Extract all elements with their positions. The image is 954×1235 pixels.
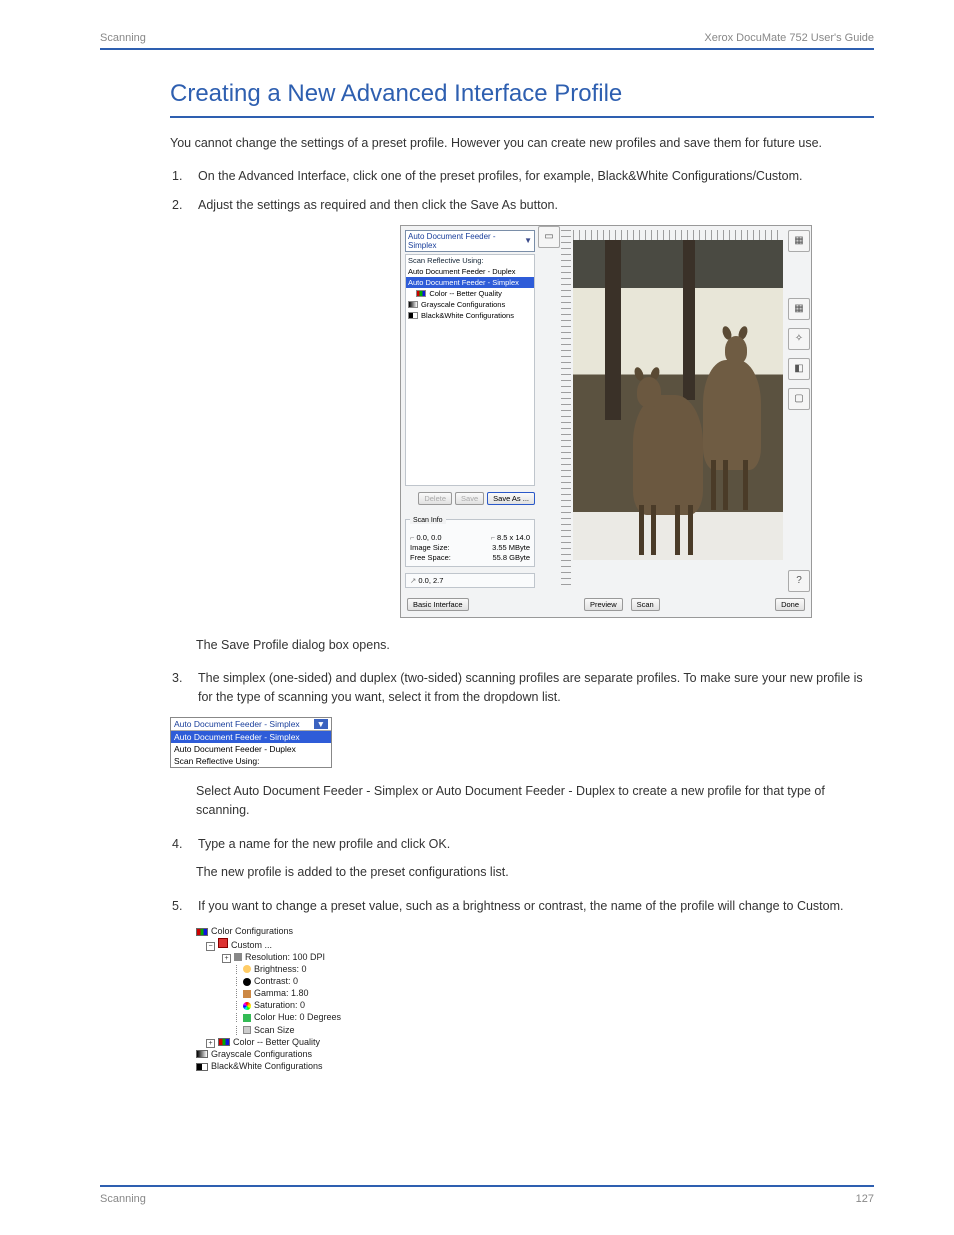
tree-color-config[interactable]: Color Configurations bbox=[196, 925, 356, 937]
dropdown-arrow-icon: ▼ bbox=[314, 719, 328, 729]
gamma-icon bbox=[243, 990, 251, 998]
bw-icon bbox=[196, 1063, 208, 1071]
tree-saturation[interactable]: Saturation: 0 bbox=[196, 999, 356, 1011]
tool-settings-icon[interactable]: ▦ bbox=[788, 230, 810, 252]
tree-brightness[interactable]: Brightness: 0 bbox=[196, 963, 356, 975]
step-3b-text: Select Auto Document Feeder - Simplex or… bbox=[196, 782, 874, 821]
tool-squares-icon[interactable]: ▦ bbox=[788, 298, 810, 320]
profile-combo-value: Auto Document Feeder - Simplex bbox=[408, 232, 524, 250]
dims-value: ⌐ 8.5 x 14.0 bbox=[491, 533, 530, 542]
list-item-simplex-selected[interactable]: Auto Document Feeder - Simplex bbox=[406, 277, 534, 288]
list-item-grayscale[interactable]: Grayscale Configurations bbox=[406, 299, 534, 310]
saturation-icon bbox=[243, 1002, 251, 1010]
intro-text: You cannot change the settings of a pres… bbox=[170, 134, 874, 153]
list-item-color-better[interactable]: Color -- Better Quality bbox=[406, 288, 534, 299]
basic-interface-button[interactable]: Basic Interface bbox=[407, 598, 469, 611]
contrast-icon bbox=[243, 978, 251, 986]
delete-button[interactable]: Delete bbox=[418, 492, 452, 505]
mini-row-duplex[interactable]: Auto Document Feeder - Duplex bbox=[171, 743, 331, 755]
horizontal-ruler bbox=[573, 230, 783, 240]
dropdown-screenshot: Auto Document Feeder - Simplex ▼ Auto Do… bbox=[170, 717, 332, 768]
hue-icon bbox=[243, 1014, 251, 1022]
footer-left: Scanning bbox=[100, 1193, 146, 1205]
free-space-value: 55.8 GByte bbox=[492, 553, 530, 562]
tree-bw[interactable]: Black&White Configurations bbox=[196, 1060, 356, 1072]
save-button[interactable]: Save bbox=[455, 492, 484, 505]
step-2: Adjust the settings as required and then… bbox=[172, 196, 874, 215]
step-1: On the Advanced Interface, click one of … bbox=[172, 167, 874, 186]
profile-listbox[interactable]: Scan Reflective Using: Auto Document Fee… bbox=[405, 254, 535, 486]
scan-info-panel: Scan Info ⌐ 0.0, 0.0 ⌐ 8.5 x 14.0 Image … bbox=[405, 519, 535, 567]
dropdown-arrow-icon: ▼ bbox=[524, 236, 532, 245]
tree-resolution[interactable]: +Resolution: 100 DPI bbox=[196, 951, 356, 963]
save-as-button[interactable]: Save As ... bbox=[487, 492, 535, 505]
list-item-duplex[interactable]: Auto Document Feeder - Duplex bbox=[406, 266, 534, 277]
after-shot-text: The Save Profile dialog box opens. bbox=[196, 636, 874, 655]
resolution-icon bbox=[234, 953, 242, 961]
expand-icon[interactable]: + bbox=[206, 1039, 215, 1048]
mini-row-simplex-selected[interactable]: Auto Document Feeder - Simplex bbox=[171, 731, 331, 743]
header-right: Xerox DocuMate 752 User's Guide bbox=[704, 32, 874, 44]
tool-adjust-icon[interactable]: ◧ bbox=[788, 358, 810, 380]
bw-icon bbox=[408, 312, 418, 319]
rgb-icon bbox=[218, 1038, 230, 1046]
tool-icon-a[interactable]: ▭ bbox=[538, 226, 560, 248]
list-header: Scan Reflective Using: bbox=[406, 255, 534, 266]
section-heading: Creating a New Advanced Interface Profil… bbox=[170, 80, 874, 118]
header-left: Scanning bbox=[100, 32, 146, 44]
scan-size-icon bbox=[243, 1026, 251, 1034]
gray-icon bbox=[408, 301, 418, 308]
collapse-icon[interactable]: − bbox=[206, 942, 215, 951]
tree-custom[interactable]: −Custom ... bbox=[196, 938, 356, 951]
expand-icon[interactable]: + bbox=[222, 954, 231, 963]
mini-row-reflective[interactable]: Scan Reflective Using: bbox=[171, 755, 331, 767]
page-header: Scanning Xerox DocuMate 752 User's Guide bbox=[100, 24, 874, 50]
page-footer: Scanning 127 bbox=[100, 1185, 874, 1205]
tool-crop-icon[interactable]: ▢ bbox=[788, 388, 810, 410]
rgb-icon bbox=[416, 290, 426, 297]
vertical-ruler bbox=[561, 230, 571, 588]
done-button[interactable]: Done bbox=[775, 598, 805, 611]
tree-color-better[interactable]: +Color -- Better Quality bbox=[196, 1036, 356, 1048]
scan-button[interactable]: Scan bbox=[631, 598, 660, 611]
scan-info-title: Scan Info bbox=[410, 517, 446, 524]
tree-gamma[interactable]: Gamma: 1.80 bbox=[196, 987, 356, 999]
step-4-after: The new profile is added to the preset c… bbox=[196, 863, 874, 882]
rgb-icon bbox=[196, 928, 208, 936]
preview-image bbox=[573, 240, 783, 560]
profile-combo[interactable]: Auto Document Feeder - Simplex ▼ bbox=[405, 230, 535, 252]
footer-page-number: 127 bbox=[856, 1193, 874, 1205]
step-4: Type a name for the new profile and clic… bbox=[172, 835, 874, 854]
free-space-label: Free Space: bbox=[410, 553, 451, 562]
gray-icon bbox=[196, 1050, 208, 1058]
preview-button[interactable]: Preview bbox=[584, 598, 623, 611]
advanced-interface-screenshot: Auto Document Feeder - Simplex ▼ Scan Re… bbox=[400, 225, 874, 618]
folder-icon bbox=[218, 938, 228, 948]
list-item-bw[interactable]: Black&White Configurations bbox=[406, 310, 534, 321]
step-5: If you want to change a preset value, su… bbox=[172, 897, 874, 916]
image-size-label: Image Size: bbox=[410, 543, 450, 552]
step-3: The simplex (one-sided) and duplex (two-… bbox=[172, 669, 874, 707]
image-size-value: 3.55 MByte bbox=[492, 543, 530, 552]
tree-hue[interactable]: Color Hue: 0 Degrees bbox=[196, 1011, 356, 1023]
tree-grayscale[interactable]: Grayscale Configurations bbox=[196, 1048, 356, 1060]
cursor-value: 0.0, 2.7 bbox=[418, 576, 443, 585]
origin-value: ⌐ 0.0, 0.0 bbox=[410, 533, 442, 542]
config-tree-screenshot: Color Configurations −Custom ... +Resolu… bbox=[196, 925, 356, 1072]
tree-contrast[interactable]: Contrast: 0 bbox=[196, 975, 356, 987]
mini-combo[interactable]: Auto Document Feeder - Simplex ▼ bbox=[171, 718, 331, 731]
help-icon[interactable]: ? bbox=[788, 570, 810, 592]
tool-wand-icon[interactable]: ✧ bbox=[788, 328, 810, 350]
tree-scan-size[interactable]: Scan Size bbox=[196, 1024, 356, 1036]
brightness-icon bbox=[243, 965, 251, 973]
cursor-panel: ↗ 0.0, 2.7 bbox=[405, 573, 535, 588]
